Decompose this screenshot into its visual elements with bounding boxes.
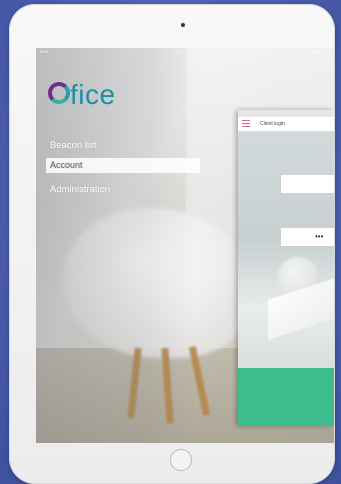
ipad-device: iPad 9:41 100% fice Beacon list Account … xyxy=(9,4,335,484)
menu-item-label: Administration xyxy=(50,184,111,195)
logo-ring-icon xyxy=(48,82,70,104)
login-body: ••• xyxy=(238,132,334,368)
status-carrier: iPad xyxy=(40,49,49,54)
menu-item-beacon-list[interactable]: Beacon list xyxy=(46,138,96,153)
menu-item-administration[interactable]: Administration xyxy=(46,182,110,197)
ipad-screen: iPad 9:41 100% fice Beacon list Account … xyxy=(36,48,334,443)
login-header: Client login xyxy=(238,117,334,132)
menu-item-account[interactable]: Account xyxy=(46,158,200,173)
login-title: Client login xyxy=(260,121,285,127)
app-logo: fice xyxy=(48,78,158,112)
logo-text: fice xyxy=(70,79,116,110)
password-field[interactable]: ••• xyxy=(280,227,334,247)
stage: iPad 9:41 100% fice Beacon list Account … xyxy=(0,0,341,484)
status-battery: 100% xyxy=(312,49,323,54)
username-field[interactable] xyxy=(280,174,334,194)
client-login-panel: Client login ••• xyxy=(238,110,334,426)
status-time: 9:41 xyxy=(176,49,184,54)
menu-item-label: Beacon list xyxy=(50,140,97,151)
login-button[interactable] xyxy=(238,368,334,426)
menu-item-label: Account xyxy=(50,160,83,170)
front-camera xyxy=(181,23,185,27)
home-button[interactable] xyxy=(170,449,192,471)
status-bar: iPad 9:41 100% xyxy=(36,48,334,56)
hamburger-icon[interactable] xyxy=(242,120,250,128)
login-panel-status-strip xyxy=(238,110,334,117)
